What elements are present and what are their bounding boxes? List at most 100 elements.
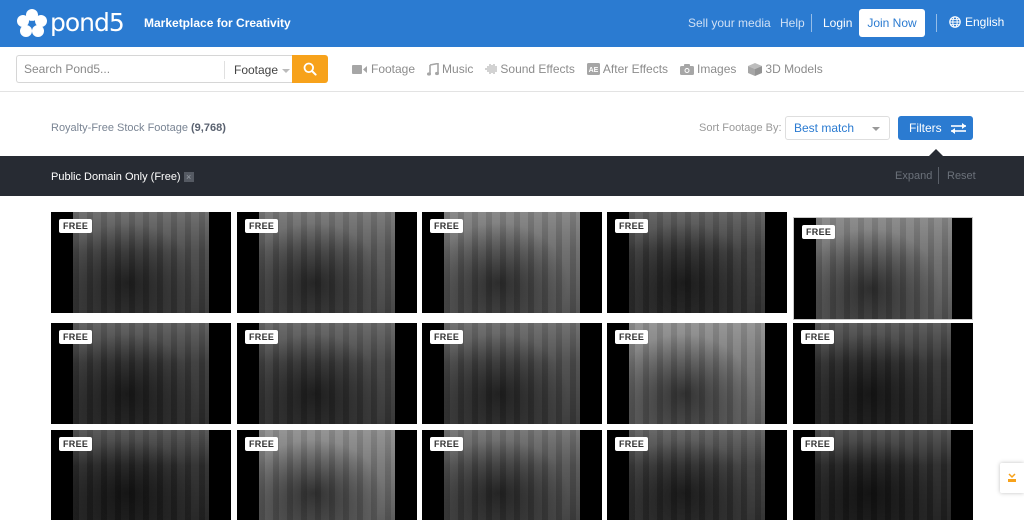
- video-thumbnail[interactable]: FREE: [607, 430, 787, 520]
- header-divider: [811, 14, 812, 32]
- free-badge: FREE: [615, 437, 649, 451]
- login-link[interactable]: Login: [823, 16, 852, 30]
- search-input[interactable]: [17, 62, 217, 76]
- category-3d-models[interactable]: 3D Models: [748, 62, 823, 76]
- video-thumbnail[interactable]: FREE: [51, 323, 231, 424]
- language-label: English: [965, 15, 1005, 29]
- video-thumbnail[interactable]: FREE: [422, 323, 602, 424]
- search-box: Footage: [16, 55, 293, 83]
- free-badge: FREE: [801, 330, 835, 344]
- globe-icon: [949, 16, 961, 28]
- search-row: Footage Footage Music Sound Effects AE A…: [0, 47, 1024, 92]
- free-badge: FREE: [615, 330, 649, 344]
- free-badge: FREE: [430, 330, 464, 344]
- video-thumbnail[interactable]: FREE: [51, 212, 231, 313]
- filterbar-divider: [938, 167, 939, 184]
- join-now-button[interactable]: Join Now: [859, 9, 925, 37]
- thumbnail-frame: [73, 212, 209, 313]
- active-filters-bar: Public Domain Only (Free) × Expand Reset: [0, 149, 1024, 196]
- category-after-effects[interactable]: AE After Effects: [586, 62, 669, 76]
- video-thumbnail[interactable]: FREE: [607, 212, 787, 313]
- chevron-down-icon: [872, 127, 880, 131]
- music-note-icon: [427, 62, 440, 76]
- sliders-icon: [950, 122, 966, 134]
- pond5-logo[interactable]: pond5: [17, 8, 125, 37]
- tagline: Marketplace for Creativity: [144, 16, 291, 30]
- category-nav: Footage Music Sound Effects AE After Eff…: [352, 62, 835, 76]
- thumbnail-frame: [73, 430, 209, 520]
- free-badge: FREE: [245, 330, 279, 344]
- video-thumbnail[interactable]: FREE: [793, 217, 973, 320]
- video-thumbnail[interactable]: FREE: [793, 323, 973, 424]
- video-thumbnail[interactable]: FREE: [237, 212, 417, 313]
- video-camera-icon: [352, 64, 367, 74]
- camera-icon: [680, 63, 695, 75]
- sort-selected-value: Best match: [794, 121, 855, 135]
- top-header: pond5 Marketplace for Creativity Sell yo…: [0, 0, 1024, 47]
- thumbnail-frame: [259, 430, 395, 520]
- category-label: After Effects: [602, 62, 669, 76]
- filter-chip-label: Public Domain Only (Free): [51, 171, 181, 183]
- sort-label: Sort Footage By:: [699, 122, 782, 134]
- category-label: Footage: [371, 62, 416, 76]
- reset-link[interactable]: Reset: [947, 170, 976, 182]
- thumbnail-frame: [73, 323, 209, 424]
- sound-wave-icon: [485, 64, 497, 74]
- thumbnail-frame: [444, 323, 580, 424]
- after-effects-icon: AE: [586, 63, 600, 75]
- filter-chip-public-domain: Public Domain Only (Free) ×: [51, 171, 194, 183]
- category-music[interactable]: Music: [427, 62, 473, 76]
- search-type-dropdown[interactable]: Footage: [224, 61, 291, 79]
- free-badge: FREE: [245, 219, 279, 233]
- sell-your-media-link[interactable]: Sell your media: [688, 16, 771, 30]
- thumbnail-frame: [815, 430, 951, 520]
- filters-button[interactable]: Filters: [898, 116, 973, 140]
- thumbnail-frame: [629, 323, 765, 424]
- download-tray-icon: [1008, 473, 1016, 482]
- thumbnail-frame: [816, 218, 952, 319]
- chevron-down-icon: [282, 69, 291, 73]
- filters-label: Filters: [909, 121, 942, 135]
- video-thumbnail[interactable]: FREE: [237, 323, 417, 424]
- results-title: Royalty-Free Stock Footage (9,768): [51, 122, 226, 134]
- thumbnail-frame: [259, 212, 395, 313]
- search-button[interactable]: [292, 55, 328, 83]
- sort-dropdown[interactable]: Best match: [785, 116, 890, 140]
- language-selector[interactable]: English: [949, 15, 1004, 29]
- thumbnail-frame: [629, 212, 765, 313]
- results-title-text: Royalty-Free Stock Footage: [51, 122, 188, 134]
- search-type-label: Footage: [234, 63, 279, 77]
- video-thumbnail[interactable]: FREE: [237, 430, 417, 520]
- free-badge: FREE: [802, 225, 836, 239]
- thumbnail-frame: [815, 323, 951, 424]
- thumbnail-frame: [444, 212, 580, 313]
- category-label: 3D Models: [765, 62, 823, 76]
- header-divider: [936, 14, 937, 32]
- video-thumbnail[interactable]: FREE: [607, 323, 787, 424]
- video-thumbnail[interactable]: FREE: [422, 430, 602, 520]
- search-icon: [303, 62, 317, 76]
- results-count: (9,768): [191, 122, 226, 134]
- logo-text: pond5: [50, 8, 125, 37]
- close-icon[interactable]: ×: [183, 172, 194, 182]
- category-footage[interactable]: Footage: [352, 62, 415, 76]
- category-images[interactable]: Images: [680, 62, 736, 76]
- free-badge: FREE: [801, 437, 835, 451]
- video-thumbnail[interactable]: FREE: [422, 212, 602, 313]
- video-thumbnail[interactable]: FREE: [793, 430, 973, 520]
- category-label: Music: [442, 62, 474, 76]
- help-link[interactable]: Help: [780, 16, 805, 30]
- category-sound-effects[interactable]: Sound Effects: [485, 62, 575, 76]
- svg-text:AE: AE: [589, 67, 599, 74]
- category-label: Sound Effects: [500, 62, 575, 76]
- free-badge: FREE: [430, 219, 464, 233]
- thumbnail-frame: [444, 430, 580, 520]
- free-badge: FREE: [59, 330, 93, 344]
- free-badge: FREE: [59, 219, 93, 233]
- free-badge: FREE: [430, 437, 464, 451]
- video-thumbnail[interactable]: FREE: [51, 430, 231, 520]
- feedback-widget[interactable]: [1000, 463, 1024, 493]
- expand-link[interactable]: Expand: [895, 170, 932, 182]
- flower-logo-icon: [17, 9, 47, 37]
- free-badge: FREE: [615, 219, 649, 233]
